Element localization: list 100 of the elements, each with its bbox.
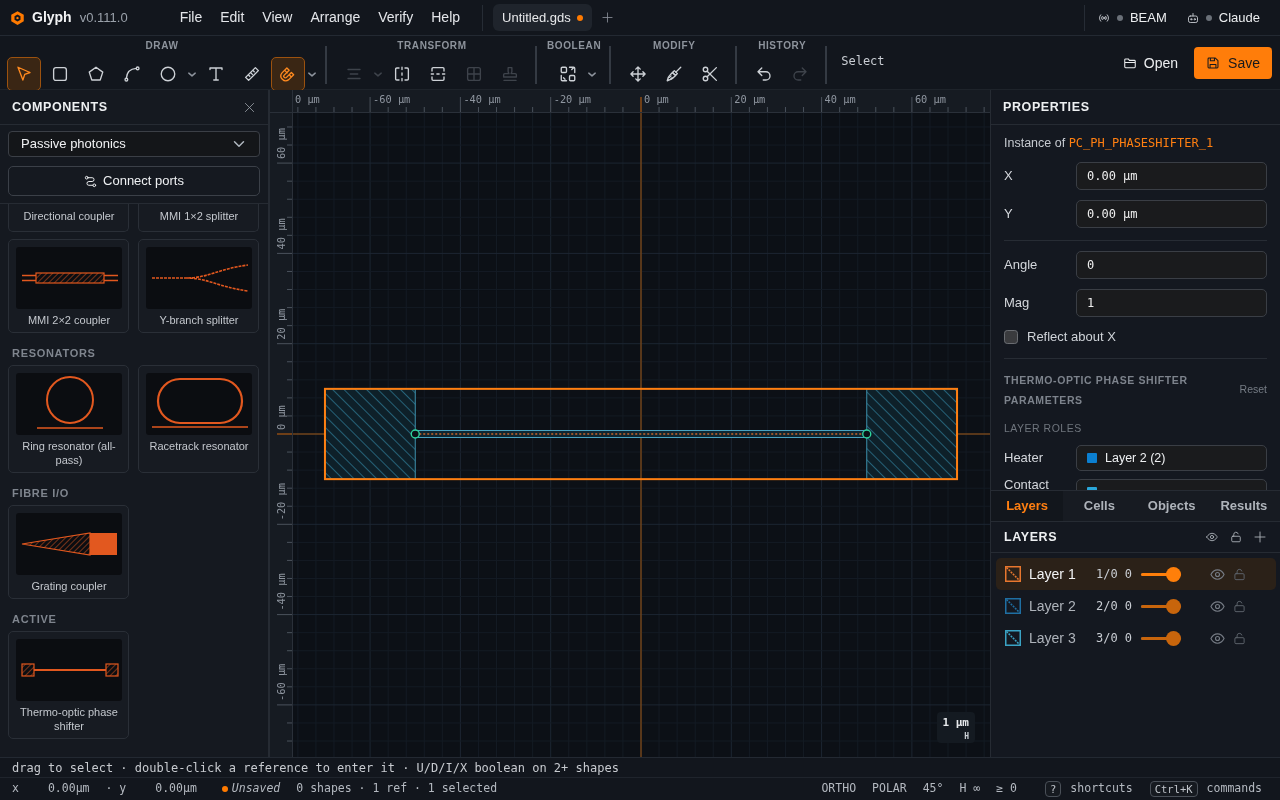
mode-toggle[interactable]: POLAR — [872, 780, 907, 798]
open-button[interactable]: Open — [1114, 47, 1187, 79]
menu-item[interactable]: View — [253, 3, 302, 32]
section-heading: THERMO-OPTIC PHASE SHIFTER PARAMETERS — [1004, 373, 1189, 408]
panel-title: PROPERTIES — [1003, 98, 1090, 116]
ruler-label: 20 µm — [734, 93, 766, 105]
cell-outline[interactable] — [323, 387, 959, 481]
panel-tab[interactable]: Results — [1207, 491, 1280, 521]
toolbar-group-label: MODIFY — [652, 40, 696, 52]
ruler-label: -40 µm — [275, 573, 287, 611]
document-tab[interactable]: Untitled.gds — [493, 4, 592, 31]
shortcut-label[interactable]: commands — [1206, 780, 1262, 798]
layer-row[interactable]: Layer 2 2/0 0 — [996, 590, 1276, 622]
slider-thumb[interactable] — [1165, 598, 1181, 614]
eye-icon[interactable] — [1209, 566, 1225, 582]
scale-label: 1 µm — [942, 716, 969, 729]
unlock-icon[interactable] — [1232, 599, 1246, 613]
hint-text: drag to select · double-click a reference to enter it · U/D/I/X boolean on 2+ shapes — [12, 759, 619, 777]
number-field[interactable]: 0 — [1076, 251, 1267, 279]
connect-ports-button[interactable]: Connect ports — [8, 166, 260, 196]
reset-button[interactable]: Reset — [1239, 382, 1267, 398]
tab-title: Untitled.gds — [502, 8, 571, 27]
number-field[interactable]: 0.00 µm — [1076, 200, 1267, 228]
component-label: Ring resonator (all-pass) — [21, 439, 117, 467]
mode-toggle[interactable]: ≥ 0 — [996, 780, 1018, 798]
field-label: Angle — [1004, 256, 1039, 275]
component-label: MMI 2×2 coupler — [26, 313, 112, 327]
ruler-label: 40 µm — [275, 218, 287, 250]
close-icon[interactable] — [244, 101, 255, 113]
reflect-checkbox[interactable] — [1004, 330, 1018, 344]
service-label[interactable]: BEAM — [1129, 7, 1167, 28]
eye-icon[interactable] — [1206, 531, 1218, 543]
layer-value: 0 — [1124, 630, 1132, 647]
select-tool[interactable] — [7, 57, 41, 91]
app-version: v0.111.0 — [79, 8, 128, 27]
toolbar-group-label: DRAW — [145, 40, 179, 52]
add-icon[interactable] — [1254, 531, 1266, 543]
number-field[interactable]: 1 — [1076, 289, 1267, 317]
component-card[interactable]: Y-branch splitter — [138, 239, 259, 333]
ruler-label: -60 µm — [275, 663, 287, 701]
menu-item[interactable]: Edit — [211, 3, 254, 32]
component-card[interactable]: Grating coupler — [8, 505, 129, 599]
mode-toggle[interactable]: ORTHO — [821, 780, 857, 798]
layout-canvas[interactable]: 1 µm H — [293, 113, 990, 757]
folder-icon — [1122, 56, 1137, 70]
component-card[interactable]: MMI 2×2 coupler — [8, 239, 129, 333]
section-heading: FIBRE I/O — [12, 486, 71, 501]
layer-role-field[interactable]: Layer 2 (2) — [1076, 445, 1267, 471]
panel-tab[interactable]: Objects — [1135, 491, 1208, 521]
component-label: Directional coupler — [22, 209, 116, 223]
caret-icon — [588, 71, 597, 77]
menu-item[interactable]: Help — [422, 3, 470, 32]
toolbar-group-label: BOOLEAN — [547, 40, 602, 52]
section-heading: LAYER ROLES — [1004, 421, 1083, 435]
layer-name: Layer 2 — [1029, 596, 1077, 616]
field-label: Contact — [1004, 477, 1050, 490]
panel-tab[interactable]: Cells — [1063, 491, 1136, 521]
menu-item[interactable]: Arrange — [301, 3, 370, 32]
toolbar-group-label: HISTORY — [758, 40, 807, 52]
component-card[interactable]: Thermo-optic phase shifter — [8, 631, 129, 739]
save-icon — [1206, 56, 1221, 70]
logo-icon — [10, 9, 25, 26]
mode-toggle[interactable]: 45° — [922, 780, 944, 798]
component-card[interactable]: MMI 1×2 splitter — [138, 204, 259, 232]
panel-tab[interactable]: Layers — [991, 491, 1064, 521]
unlock-icon[interactable] — [1232, 631, 1246, 645]
checkbox-label: Reflect about X — [1027, 328, 1116, 347]
menu-item[interactable]: File — [170, 3, 212, 32]
caret-icon — [374, 71, 382, 77]
snap-tool[interactable] — [271, 57, 305, 91]
library-select[interactable]: Passive photonics — [8, 131, 260, 157]
eye-icon[interactable] — [1209, 630, 1225, 646]
layer-value: 0 — [1124, 598, 1132, 615]
field-label: X — [1004, 167, 1014, 186]
ruler-label: -20 µm — [275, 483, 287, 521]
number-field[interactable]: 0.00 µm — [1076, 162, 1267, 190]
menu-item[interactable]: Verify — [369, 3, 423, 32]
shortcut-label[interactable]: shortcuts — [1070, 780, 1133, 798]
port-marker — [410, 429, 420, 439]
ruler-label: -40 µm — [463, 93, 501, 105]
component-card[interactable]: Directional coupler — [8, 204, 129, 232]
slider-thumb[interactable] — [1165, 630, 1181, 646]
component-label: MMI 1×2 splitter — [158, 209, 240, 223]
unlock-icon[interactable] — [1230, 531, 1242, 543]
caret-icon — [188, 71, 196, 77]
component-card[interactable]: Racetrack resonator — [138, 365, 259, 473]
mode-toggle[interactable]: H ∞ — [959, 780, 981, 798]
slider-thumb[interactable] — [1165, 566, 1181, 582]
eye-icon[interactable] — [1209, 598, 1225, 614]
instance-label: Instance of PC_PH_PHASESHIFTER_1 — [1004, 135, 1215, 152]
service-label[interactable]: Claude — [1218, 7, 1260, 28]
layer-row[interactable]: Layer 1 1/0 0 — [996, 558, 1276, 590]
save-button[interactable]: Save — [1194, 47, 1272, 79]
layer-row[interactable]: Layer 3 3/0 0 — [996, 622, 1276, 654]
ruler-label: 0 µm — [644, 93, 669, 105]
component-label: Racetrack resonator — [148, 439, 250, 453]
ruler-label: 60 µm — [275, 128, 287, 160]
new-tab-icon[interactable] — [601, 12, 613, 23]
component-card[interactable]: Ring resonator (all-pass) — [8, 365, 129, 473]
ruler-label: 20 µm — [275, 308, 287, 340]
